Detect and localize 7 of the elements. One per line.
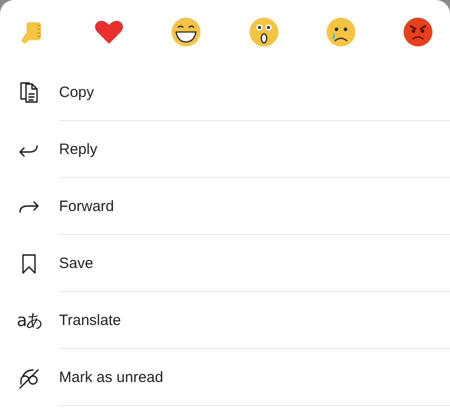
menu-item[interactable]: Reply bbox=[0, 121, 450, 178]
menu-item[interactable]: Forward bbox=[0, 178, 450, 235]
menu-item[interactable]: Save bbox=[0, 235, 450, 292]
menu-item[interactable]: Mark as unread bbox=[0, 349, 450, 406]
translate-icon: aあ bbox=[16, 309, 42, 332]
menu-item[interactable]: aあ Translate bbox=[0, 292, 450, 349]
menu-item[interactable]: Copy bbox=[0, 64, 450, 121]
